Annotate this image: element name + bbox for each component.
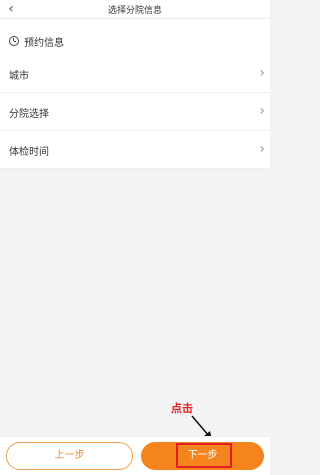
- branch-select-row[interactable]: 分院选择 ›: [0, 93, 270, 131]
- city-label: 城市: [9, 71, 29, 82]
- chevron-right-icon: ›: [259, 103, 265, 119]
- header-bar: ‹ 选择分院信息: [0, 0, 270, 19]
- previous-step-button[interactable]: 上一步: [6, 442, 133, 470]
- page-title: 选择分院信息: [107, 6, 162, 16]
- clock-icon: [9, 36, 19, 46]
- section-title: 预约信息: [24, 37, 64, 49]
- chevron-right-icon: ›: [259, 141, 265, 157]
- appointment-panel: 预约信息 城市 › 分院选择 › 体检时间 ›: [0, 19, 270, 169]
- highlight-box: [176, 443, 232, 468]
- branch-select-label: 分院选择: [9, 109, 49, 120]
- exam-time-row[interactable]: 体检时间 ›: [0, 131, 270, 169]
- section-header: 预约信息: [9, 34, 64, 49]
- chevron-right-icon: ›: [259, 65, 265, 81]
- exam-time-label: 体检时间: [9, 147, 49, 158]
- city-row[interactable]: 城市 ›: [0, 55, 270, 93]
